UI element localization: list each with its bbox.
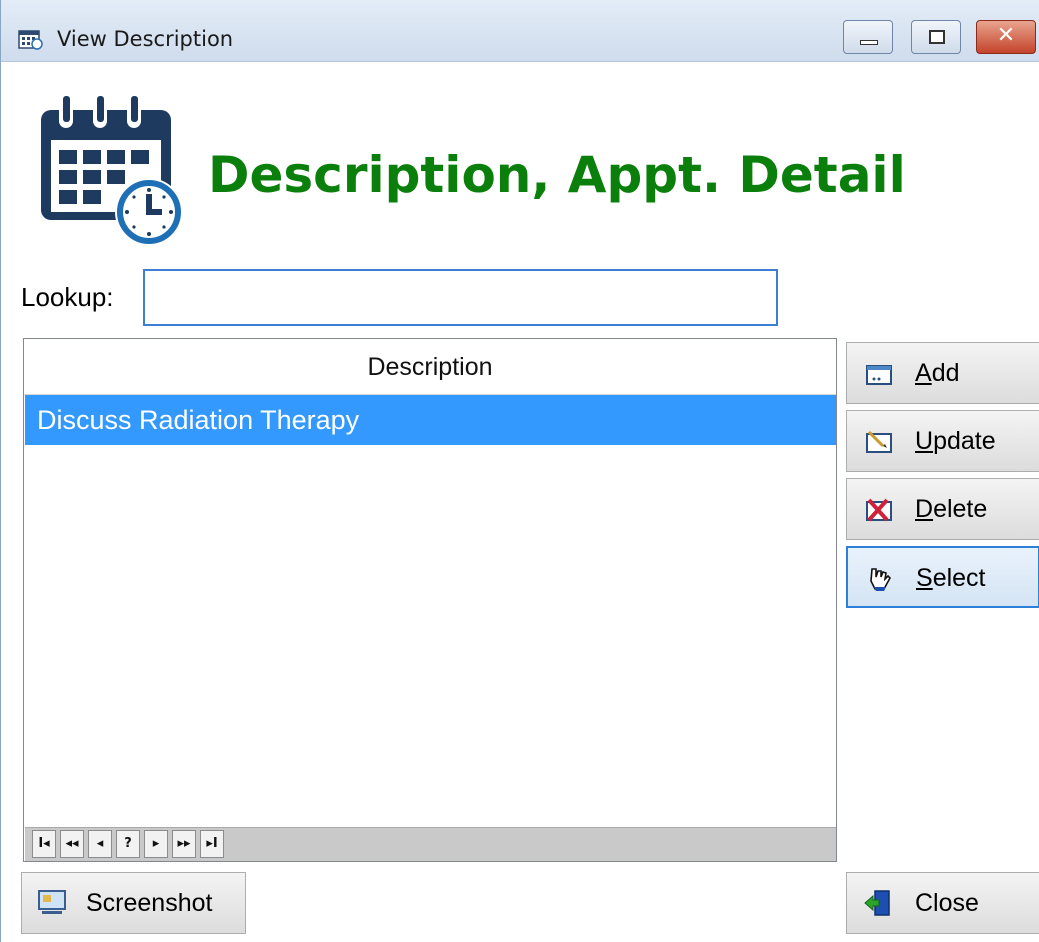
update-hotkey: U bbox=[915, 427, 934, 455]
minimize-button[interactable] bbox=[843, 20, 893, 54]
update-icon bbox=[866, 430, 892, 453]
screenshot-icon bbox=[38, 890, 66, 914]
select-button[interactable]: Select bbox=[846, 546, 1039, 608]
close-window-button[interactable]: ✕ bbox=[976, 20, 1036, 54]
add-icon bbox=[866, 365, 892, 385]
hand-pointer-icon bbox=[870, 568, 891, 591]
title-bar[interactable]: View Description ✕ bbox=[1, 0, 1039, 62]
maximize-button[interactable] bbox=[911, 20, 961, 54]
last-record-button[interactable]: ▸I bbox=[200, 830, 224, 858]
close-button[interactable]: Close bbox=[846, 872, 1039, 934]
table-row[interactable]: Discuss Radiation Therapy bbox=[25, 395, 836, 445]
record-info-button[interactable]: ? bbox=[116, 830, 140, 858]
close-label: Close bbox=[915, 889, 979, 917]
delete-hotkey: D bbox=[915, 495, 934, 523]
calendar-clock-icon bbox=[41, 96, 183, 246]
screenshot-label: Screenshot bbox=[86, 889, 213, 917]
lookup-label: Lookup: bbox=[21, 282, 114, 312]
previous-record-button[interactable]: ◂ bbox=[88, 830, 112, 858]
page-title: Description, Appt. Detail bbox=[208, 146, 906, 204]
description-grid: Description Discuss Radiation Therapy I◂… bbox=[23, 338, 837, 862]
lookup-input[interactable] bbox=[143, 269, 778, 326]
add-hotkey: A bbox=[915, 359, 932, 387]
calendar-small-icon bbox=[18, 30, 43, 50]
screenshot-button[interactable]: Screenshot bbox=[21, 872, 246, 934]
update-button[interactable]: Update bbox=[846, 410, 1039, 472]
next-page-button[interactable]: ▸▸ bbox=[172, 830, 196, 858]
close-icon: ✕ bbox=[996, 23, 1016, 48]
previous-page-button[interactable]: ◂◂ bbox=[60, 830, 84, 858]
delete-label: elete bbox=[933, 495, 988, 523]
select-hotkey: S bbox=[916, 564, 933, 592]
window-title: View Description bbox=[57, 27, 234, 51]
select-label: elect bbox=[932, 564, 986, 592]
view-description-window: View Description ✕ Description, Appt. De… bbox=[0, 0, 1039, 942]
exit-door-icon bbox=[864, 890, 890, 916]
minimize-icon bbox=[860, 40, 878, 45]
update-label: pdate bbox=[933, 427, 996, 455]
first-record-button[interactable]: I◂ bbox=[32, 830, 56, 858]
record-navigator: I◂ ◂◂ ◂ ? ▸ ▸▸ ▸I bbox=[25, 827, 836, 861]
delete-icon bbox=[866, 498, 892, 522]
add-button[interactable]: Add bbox=[846, 342, 1039, 404]
maximize-icon bbox=[929, 30, 945, 44]
column-header-description[interactable]: Description bbox=[24, 339, 836, 395]
delete-button[interactable]: Delete bbox=[846, 478, 1039, 540]
next-record-button[interactable]: ▸ bbox=[144, 830, 168, 858]
add-label: dd bbox=[931, 359, 960, 387]
